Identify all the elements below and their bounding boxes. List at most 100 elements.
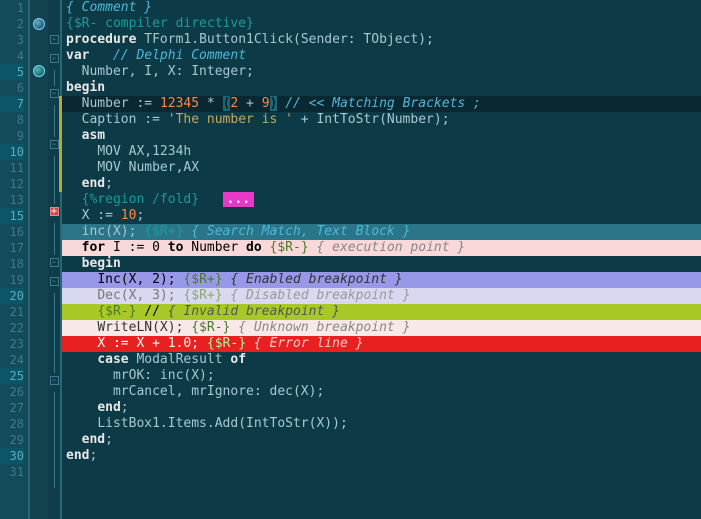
- fold-guide: [48, 223, 60, 239]
- code-line[interactable]: WriteLN(X); {$R-} { Unknown breakpoint }: [62, 320, 701, 336]
- code-text: {$R-} // { Invalid breakpoint }: [62, 304, 701, 320]
- code-line[interactable]: var // Delphi Comment: [62, 48, 701, 64]
- code-text: for I := 0 to Number do {$R-} { executio…: [62, 240, 701, 256]
- code-line[interactable]: end;: [62, 400, 701, 416]
- code-text: inc(X); {$R+} { Search Match, Text Block…: [62, 224, 701, 240]
- line-number: 23: [0, 336, 24, 352]
- fold-guide: [48, 309, 60, 325]
- bookmark-icon[interactable]: [33, 65, 45, 77]
- code-text: Inc(X, 2); {$R+} { Enabled breakpoint }: [62, 272, 701, 288]
- line-number: 18: [0, 256, 24, 272]
- code-line[interactable]: {$R- compiler directive}: [62, 16, 701, 32]
- code-line[interactable]: {$R-} // { Invalid breakpoint }: [62, 304, 701, 320]
- line-number: 10: [0, 144, 24, 160]
- code-line[interactable]: Caption := 'The number is ' + IntToStr(N…: [62, 112, 701, 128]
- line-number: 28: [0, 416, 24, 432]
- code-text: Number := 12345 * (2 + 9) // << Matching…: [62, 96, 701, 112]
- code-text: mrCancel, mrIgnore: dec(X);: [62, 384, 701, 400]
- code-line[interactable]: end;: [62, 448, 701, 464]
- fold-empty: [48, 488, 60, 504]
- fold-collapse-icon[interactable]: -: [48, 376, 60, 392]
- line-number: 31: [0, 464, 24, 480]
- modified-marker: [59, 96, 62, 112]
- code-line[interactable]: case ModalResult of: [62, 352, 701, 368]
- code-text: procedure TForm1.Button1Click(Sender: TO…: [62, 32, 701, 48]
- line-number: 8: [0, 112, 24, 128]
- line-number: 11: [0, 160, 24, 176]
- code-text: begin: [62, 256, 701, 272]
- line-number: 3: [0, 32, 24, 48]
- line-number: 21: [0, 304, 24, 320]
- code-line[interactable]: [62, 464, 701, 480]
- fold-collapse-icon[interactable]: -: [48, 258, 60, 274]
- code-text: X := 10;: [62, 208, 701, 224]
- fold-guide: [48, 239, 60, 255]
- code-line[interactable]: MOV AX,1234h: [62, 144, 701, 160]
- line-number: 15: [0, 208, 24, 224]
- fold-guide: [48, 424, 60, 440]
- fold-guide: [48, 325, 60, 341]
- code-line[interactable]: Number := 12345 * (2 + 9) // << Matching…: [62, 96, 701, 112]
- code-line[interactable]: mrOK: inc(X);: [62, 368, 701, 384]
- line-number: 2: [0, 16, 24, 32]
- line-number: 26: [0, 384, 24, 400]
- line-number: 16: [0, 224, 24, 240]
- code-text: begin: [62, 80, 701, 96]
- line-number-gutter: 1234567891011121315161718192021222324252…: [0, 0, 30, 519]
- code-text: mrOK: inc(X);: [62, 368, 701, 384]
- code-line[interactable]: end;: [62, 176, 701, 192]
- code-line[interactable]: end;: [62, 432, 701, 448]
- fold-guide: [48, 472, 60, 488]
- modified-marker: [59, 112, 62, 128]
- code-editor[interactable]: { Comment }{$R- compiler directive}proce…: [62, 0, 701, 519]
- code-text: X := X + 1.0; {$R-} { Error line }: [62, 336, 701, 352]
- code-line[interactable]: inc(X); {$R+} { Search Match, Text Block…: [62, 224, 701, 240]
- code-line[interactable]: X := X + 1.0; {$R-} { Error line }: [62, 336, 701, 352]
- line-number: 5: [0, 64, 24, 80]
- fold-guide: [48, 408, 60, 424]
- code-line[interactable]: Inc(X, 2); {$R+} { Enabled breakpoint }: [62, 272, 701, 288]
- code-line[interactable]: MOV Number,AX: [62, 160, 701, 176]
- code-line[interactable]: for I := 0 to Number do {$R-} { executio…: [62, 240, 701, 256]
- code-line[interactable]: Number, I, X: Integer;: [62, 64, 701, 80]
- line-number: 24: [0, 352, 24, 368]
- fold-guide: [48, 392, 60, 408]
- bookmark-icon[interactable]: [33, 18, 45, 30]
- code-line[interactable]: X := 10;: [62, 208, 701, 224]
- line-number: 13: [0, 192, 24, 208]
- code-text: end;: [62, 400, 701, 416]
- line-number: 29: [0, 432, 24, 448]
- code-text: asm: [62, 128, 701, 144]
- line-number: 20: [0, 288, 24, 304]
- code-line[interactable]: asm: [62, 128, 701, 144]
- fold-expand-icon[interactable]: +: [48, 207, 60, 223]
- code-line[interactable]: procedure TForm1.Button1Click(Sender: TO…: [62, 32, 701, 48]
- code-text: WriteLN(X); {$R-} { Unknown breakpoint }: [62, 320, 701, 336]
- code-text: MOV Number,AX: [62, 160, 701, 176]
- fold-guide: [48, 341, 60, 357]
- fold-collapse-icon[interactable]: -: [48, 35, 60, 51]
- modified-marker: [59, 144, 62, 160]
- line-number: 22: [0, 320, 24, 336]
- code-line[interactable]: begin: [62, 80, 701, 96]
- modified-marker: [59, 176, 62, 192]
- code-text: end;: [62, 432, 701, 448]
- line-number: 27: [0, 400, 24, 416]
- line-number: 1: [0, 0, 24, 16]
- code-text: case ModalResult of: [62, 352, 701, 368]
- code-text: MOV AX,1234h: [62, 144, 701, 160]
- code-line[interactable]: Dec(X, 3); {$R+} { Disabled breakpoint }: [62, 288, 701, 304]
- code-line[interactable]: ListBox1.Items.Add(IntToStr(X));: [62, 416, 701, 432]
- fold-collapse-icon[interactable]: -: [48, 277, 60, 293]
- code-line[interactable]: mrCancel, mrIgnore: dec(X);: [62, 384, 701, 400]
- code-text: var // Delphi Comment: [62, 48, 701, 64]
- code-line[interactable]: begin: [62, 256, 701, 272]
- fold-guide: [48, 357, 60, 373]
- code-line[interactable]: { Comment }: [62, 0, 701, 16]
- code-text: end;: [62, 176, 701, 192]
- code-line[interactable]: {%region /fold} ...: [62, 192, 701, 208]
- line-number: 4: [0, 48, 24, 64]
- fold-collapse-icon[interactable]: -: [48, 54, 60, 70]
- code-text: Dec(X, 3); {$R+} { Disabled breakpoint }: [62, 288, 701, 304]
- marker-gutter: [30, 0, 48, 519]
